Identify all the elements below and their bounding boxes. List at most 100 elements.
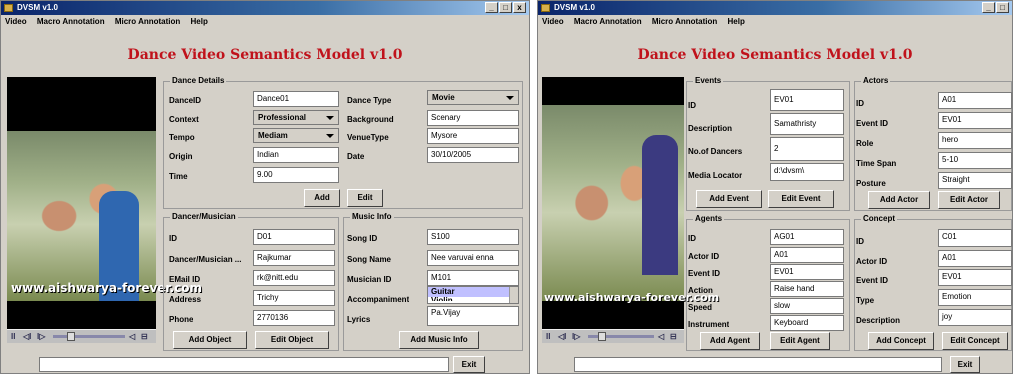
add-music-info-button[interactable]: Add Music Info — [399, 331, 479, 349]
role-field[interactable]: hero — [938, 132, 1012, 149]
venue-type-field[interactable]: Mysore — [427, 128, 519, 144]
actor-event-id-field[interactable]: EV01 — [938, 112, 1012, 129]
background-label: Background — [347, 115, 394, 124]
action-label: Action — [688, 286, 713, 295]
dance-type-select[interactable]: Movie — [427, 90, 519, 105]
fullscreen-icon[interactable]: ⊟ — [670, 332, 677, 341]
concept-description-field[interactable]: joy — [938, 309, 1012, 326]
dance-id-field[interactable]: Dance01 — [253, 91, 339, 107]
context-select[interactable]: Professional — [253, 110, 339, 125]
add-event-button[interactable]: Add Event — [696, 190, 762, 208]
accompaniment-listbox[interactable]: Guitar Violin — [427, 286, 519, 304]
volume-icon[interactable]: ◁ — [658, 332, 664, 341]
fullscreen-icon[interactable]: ⊟ — [141, 332, 148, 341]
app-title: Dance Video Semantics Model v1.0 — [127, 47, 403, 63]
dancer-name-field[interactable]: Rajkumar — [253, 250, 335, 266]
minimize-button[interactable]: _ — [485, 2, 498, 13]
agent-event-id-field[interactable]: EV01 — [770, 264, 844, 280]
rewind-icon[interactable]: ◁I — [23, 332, 31, 341]
maximize-button[interactable]: □ — [499, 2, 512, 13]
phone-field[interactable]: 2770136 — [253, 310, 335, 326]
accompaniment-selected[interactable]: Guitar — [428, 287, 518, 297]
email-field[interactable]: rk@nitt.edu — [253, 270, 335, 286]
add-button[interactable]: Add — [304, 189, 340, 207]
instrument-field[interactable]: Keyboard — [770, 315, 844, 331]
origin-field[interactable]: Indian — [253, 147, 339, 163]
edit-actor-button[interactable]: Edit Actor — [938, 191, 1000, 209]
exit-button[interactable]: Exit — [950, 356, 980, 373]
pause-icon[interactable]: II — [546, 332, 550, 341]
maximize-button[interactable]: □ — [996, 2, 1009, 13]
pause-icon[interactable]: II — [11, 332, 15, 341]
background-field[interactable]: Scenary — [427, 110, 519, 126]
concept-type-label: Type — [856, 296, 875, 305]
concept-actor-id-field[interactable]: A01 — [938, 250, 1012, 267]
exit-button[interactable]: Exit — [453, 356, 485, 373]
event-description-field[interactable]: Samathristy — [770, 113, 844, 135]
song-id-field[interactable]: S100 — [427, 229, 519, 245]
concept-id-field[interactable]: C01 — [938, 229, 1012, 247]
edit-button[interactable]: Edit — [347, 189, 383, 207]
time-field[interactable]: 9.00 — [253, 167, 339, 183]
edit-event-button[interactable]: Edit Event — [768, 190, 834, 208]
concept-title: Concept — [861, 214, 897, 224]
video-player[interactable]: www.aishwarya-forever.com II ◁I I▷ ◁ ⊟ — [7, 77, 202, 343]
status-field[interactable] — [574, 357, 942, 372]
agent-event-id-label: Event ID — [688, 269, 721, 278]
action-field[interactable]: Raise hand — [770, 281, 844, 297]
status-field[interactable] — [39, 357, 449, 372]
speed-field[interactable]: slow — [770, 298, 844, 314]
menu-help[interactable]: Help — [191, 17, 208, 26]
title-bar[interactable]: DVSM v1.0 _ □ — [538, 1, 1012, 15]
title-bar[interactable]: DVSM v1.0 _ □ x — [1, 1, 529, 15]
forward-icon[interactable]: I▷ — [572, 332, 580, 341]
concept-event-id-field[interactable]: EV01 — [938, 269, 1012, 286]
role-label: Role — [856, 139, 874, 148]
seek-knob[interactable] — [598, 332, 606, 341]
edit-agent-button[interactable]: Edit Agent — [770, 332, 830, 350]
lyrics-field[interactable]: Pa.Vijay — [427, 306, 519, 326]
menu-video[interactable]: Video — [5, 17, 27, 26]
agent-actor-id-field[interactable]: A01 — [770, 247, 844, 263]
address-field[interactable]: Trichy — [253, 290, 335, 306]
song-name-label: Song Name — [347, 255, 392, 264]
posture-field[interactable]: Straight — [938, 172, 1012, 189]
edit-concept-button[interactable]: Edit Concept — [942, 332, 1008, 350]
menu-micro-annotation[interactable]: Micro Annotation — [115, 17, 180, 26]
menu-video[interactable]: Video — [542, 17, 564, 26]
minimize-button[interactable]: _ — [982, 2, 995, 13]
menu-macro-annotation[interactable]: Macro Annotation — [574, 17, 642, 26]
accompaniment-scrollbar[interactable] — [509, 287, 518, 303]
time-span-field[interactable]: 5-10 — [938, 152, 1012, 169]
close-button[interactable]: x — [513, 2, 526, 13]
email-label: EMail ID — [169, 275, 201, 284]
rewind-icon[interactable]: ◁I — [558, 332, 566, 341]
music-info-title: Music Info — [350, 212, 394, 222]
player-controls: II ◁I I▷ ◁ ⊟ — [542, 329, 684, 343]
song-name-field[interactable]: Nee varuvai enna — [427, 250, 519, 266]
menu-help[interactable]: Help — [728, 17, 745, 26]
menu-micro-annotation[interactable]: Micro Annotation — [652, 17, 717, 26]
agent-id-field[interactable]: AG01 — [770, 229, 844, 245]
dancer-id-field[interactable]: D01 — [253, 229, 335, 245]
add-agent-button[interactable]: Add Agent — [700, 332, 760, 350]
edit-object-button[interactable]: Edit Object — [255, 331, 329, 349]
forward-icon[interactable]: I▷ — [37, 332, 45, 341]
actor-id-field[interactable]: A01 — [938, 92, 1012, 109]
tempo-select[interactable]: Mediam — [253, 128, 339, 143]
accompaniment-option[interactable]: Violin — [428, 297, 518, 301]
musician-id-field[interactable]: M101 — [427, 270, 519, 286]
event-id-field[interactable]: EV01 — [770, 89, 844, 111]
seek-track[interactable] — [53, 335, 125, 338]
volume-icon[interactable]: ◁ — [129, 332, 135, 341]
add-actor-button[interactable]: Add Actor — [868, 191, 930, 209]
media-locator-field[interactable]: d:\dvsm\ — [770, 163, 844, 181]
concept-type-field[interactable]: Emotion — [938, 289, 1012, 306]
dancers-count-field[interactable]: 2 — [770, 137, 844, 161]
video-player[interactable]: www.aishwarya-forever.com II ◁I I▷ ◁ ⊟ — [542, 77, 719, 343]
add-object-button[interactable]: Add Object — [173, 331, 247, 349]
seek-knob[interactable] — [67, 332, 75, 341]
menu-macro-annotation[interactable]: Macro Annotation — [37, 17, 105, 26]
date-field[interactable]: 30/10/2005 — [427, 147, 519, 163]
add-concept-button[interactable]: Add Concept — [868, 332, 934, 350]
